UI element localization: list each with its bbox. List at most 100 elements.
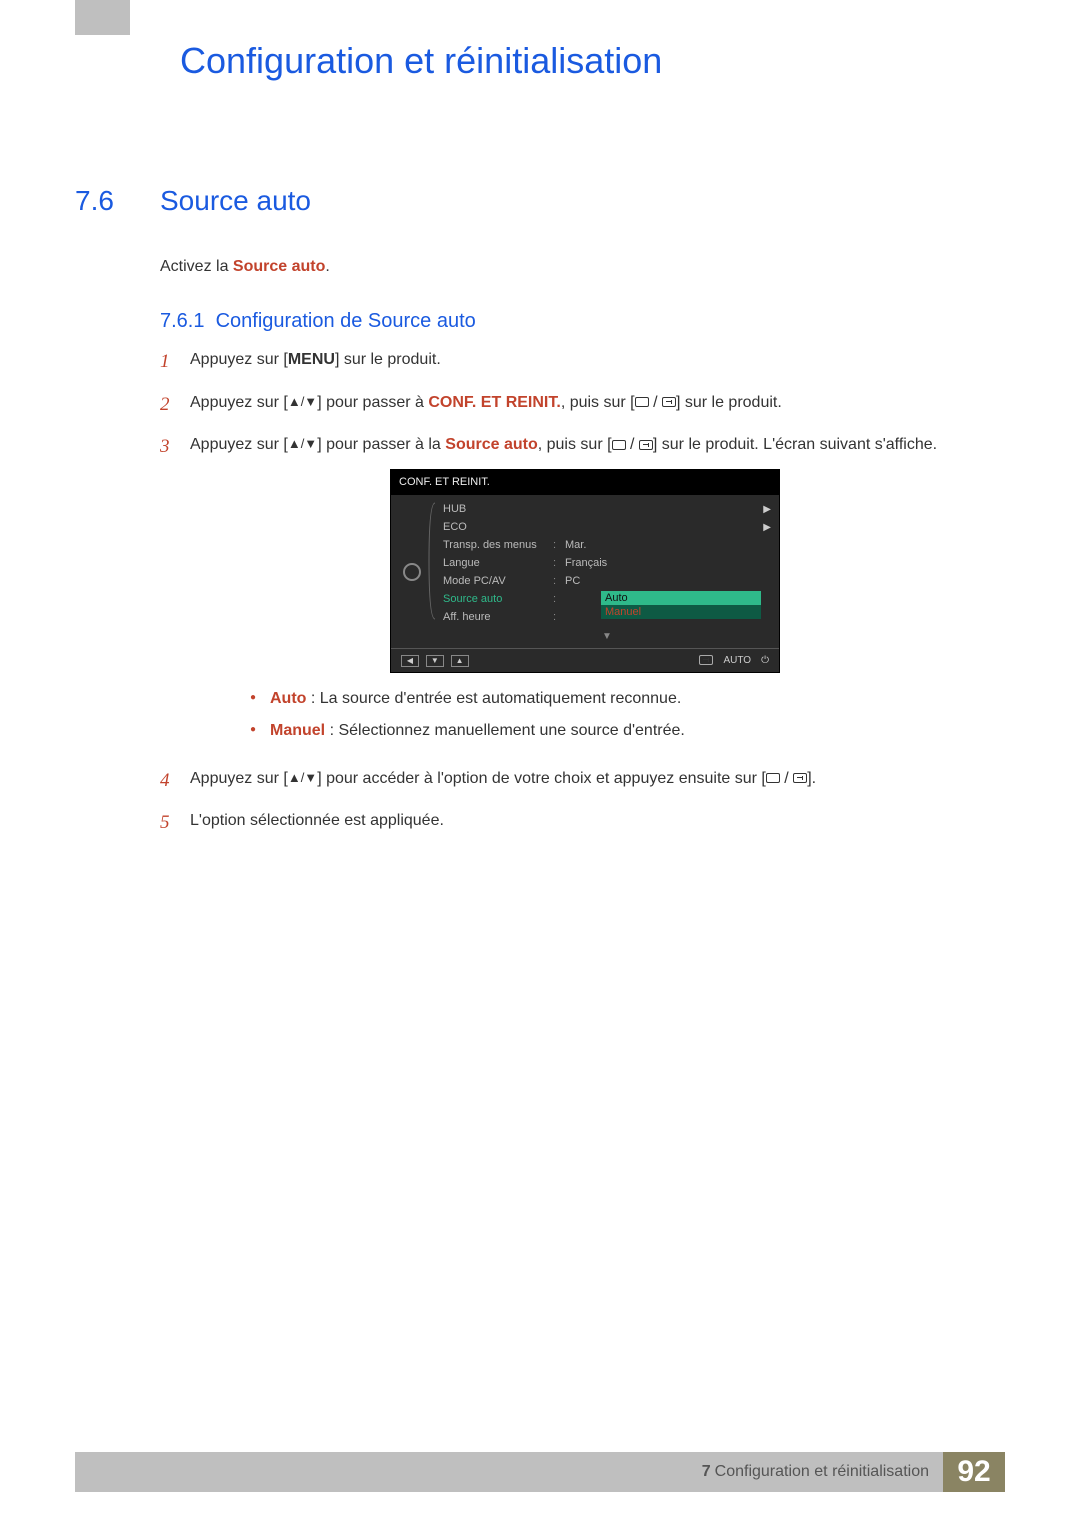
step-body: Appuyez sur [▲/▼] pour accéder à l'optio…	[190, 767, 1010, 796]
chevron-down-icon: ▼	[443, 629, 771, 644]
footer-chapter-number: 7	[702, 1463, 711, 1481]
nav-down-icon: ▼	[426, 655, 444, 667]
bullet-icon: ●	[250, 719, 270, 743]
intro-text: Activez la Source auto.	[160, 258, 330, 276]
step-body: L'option sélectionnée est appliquée.	[190, 809, 1010, 838]
rect-icon	[766, 773, 780, 783]
rect-icon	[635, 397, 649, 407]
label: HUB	[443, 501, 553, 518]
value: PC	[565, 573, 771, 590]
osd-row-eco: ECO ▶	[443, 519, 771, 537]
enter-icon	[699, 655, 713, 665]
label: Mode PC/AV	[443, 573, 553, 590]
nav-up-icon: ▲	[451, 655, 469, 667]
step-number: 2	[160, 391, 190, 420]
footer-bar: 7 Configuration et réinitialisation	[75, 1452, 943, 1492]
chapter-title: Configuration et réinitialisation	[180, 40, 662, 82]
bullet-icon: ●	[250, 687, 270, 711]
up-down-icon: ▲/▼	[288, 392, 317, 412]
value: Mar.	[565, 537, 771, 554]
osd-row-mode: Mode PC/AV:PC	[443, 573, 771, 591]
osd-dropdown: Auto Manuel	[601, 591, 761, 619]
bullet-auto: ● Auto : La source d'entrée est automati…	[250, 687, 1010, 711]
subsection-heading: 7.6.1 Configuration de Source auto	[160, 310, 476, 333]
enter-icon	[639, 440, 653, 450]
osd-screenshot: CONF. ET REINIT. HUB ▶ ECO ▶ Transp. des m…	[390, 469, 780, 673]
text: ] pour accéder à l'option de votre choix…	[317, 770, 766, 787]
osd-bottom-right: AUTO ⏻	[699, 653, 769, 668]
osd-body: HUB ▶ ECO ▶ Transp. des menus:Mar. Langue:…	[391, 495, 779, 648]
text: Appuyez sur [	[190, 770, 288, 787]
steps-list: 1 Appuyez sur [MENU] sur le produit. 2 A…	[160, 348, 1010, 852]
osd-title: CONF. ET REINIT.	[391, 470, 779, 495]
osd-bracket	[427, 501, 437, 644]
step-number: 1	[160, 348, 190, 377]
bullet-manuel: ● Manuel : Sélectionnez manuellement une…	[250, 719, 1010, 743]
subsection-number: 7.6.1	[160, 310, 204, 332]
text: : La source d'entrée est automatiquement…	[306, 690, 681, 707]
osd-row-hub: HUB ▶	[443, 501, 771, 519]
section-number: 7.6	[75, 185, 160, 217]
nav-left-icon: ◀	[401, 655, 419, 667]
rect-icon	[612, 440, 626, 450]
subsection-title: Configuration de Source auto	[216, 310, 476, 332]
gear-icon	[399, 501, 425, 644]
step-1: 1 Appuyez sur [MENU] sur le produit.	[160, 348, 1010, 377]
label: Langue	[443, 555, 553, 572]
text: Appuyez sur [	[190, 436, 288, 453]
value: Français	[565, 555, 771, 572]
text: : Sélectionnez manuellement une source d…	[325, 722, 685, 739]
text: , puis sur [	[538, 436, 612, 453]
intro-highlight: Source auto	[233, 258, 325, 275]
step-5: 5 L'option sélectionnée est appliquée.	[160, 809, 1010, 838]
menu-key: MENU	[288, 351, 335, 368]
text: ] sur le produit.	[676, 394, 782, 411]
text: ].	[807, 770, 816, 787]
label: Source auto	[443, 591, 553, 608]
text: , puis sur [	[561, 394, 635, 411]
power-icon: ⏻	[761, 653, 769, 668]
up-down-icon: ▲/▼	[288, 434, 317, 454]
highlight: CONF. ET REINIT.	[428, 394, 560, 411]
osd-menu: HUB ▶ ECO ▶ Transp. des menus:Mar. Langue:…	[443, 501, 771, 644]
page-footer: 7 Configuration et réinitialisation 92	[75, 1452, 1005, 1492]
osd-row-langue: Langue:Français	[443, 555, 771, 573]
section-title: Source auto	[160, 185, 311, 217]
text: ] pour passer à	[317, 394, 428, 411]
chevron-right-icon: ▶	[763, 502, 771, 517]
highlight: Source auto	[445, 436, 537, 453]
osd-auto-label: AUTO	[723, 653, 751, 668]
step-number: 5	[160, 809, 190, 838]
bullet-list: ● Auto : La source d'entrée est automati…	[250, 687, 1010, 743]
osd-row-transp: Transp. des menus:Mar.	[443, 537, 771, 555]
text: ] sur le produit. L'écran suivant s'affi…	[653, 436, 937, 453]
step-number: 3	[160, 433, 190, 753]
page-number: 92	[943, 1452, 1005, 1492]
osd-option-auto: Auto	[601, 591, 761, 605]
step-body: Appuyez sur [▲/▼] pour passer à CONF. ET…	[190, 391, 1010, 420]
step-body: Appuyez sur [▲/▼] pour passer à la Sourc…	[190, 433, 1010, 753]
step-4: 4 Appuyez sur [▲/▼] pour accéder à l'opt…	[160, 767, 1010, 796]
text: ] pour passer à la	[317, 436, 445, 453]
section-heading: 7.6 Source auto	[75, 185, 311, 217]
step-number: 4	[160, 767, 190, 796]
chevron-right-icon: ▶	[763, 520, 771, 535]
step-3: 3 Appuyez sur [▲/▼] pour passer à la Sou…	[160, 433, 1010, 753]
text: Appuyez sur [	[190, 394, 288, 411]
enter-icon	[662, 397, 676, 407]
osd-option-manuel: Manuel	[601, 605, 761, 619]
label: Aff. heure	[443, 609, 553, 626]
up-down-icon: ▲/▼	[288, 768, 317, 788]
step-2: 2 Appuyez sur [▲/▼] pour passer à CONF. …	[160, 391, 1010, 420]
footer-chapter-label: Configuration et réinitialisation	[715, 1463, 929, 1481]
osd-nav-icons: ◀ ▼ ▲	[401, 653, 473, 668]
text: Appuyez sur [	[190, 351, 288, 368]
intro-post: .	[325, 258, 329, 275]
header-tab	[75, 0, 130, 35]
enter-icon	[793, 773, 807, 783]
label: ECO	[443, 519, 553, 536]
highlight: Manuel	[270, 722, 325, 739]
highlight: Auto	[270, 690, 306, 707]
intro-pre: Activez la	[160, 258, 233, 275]
osd-bottom-bar: ◀ ▼ ▲ AUTO ⏻	[391, 648, 779, 672]
